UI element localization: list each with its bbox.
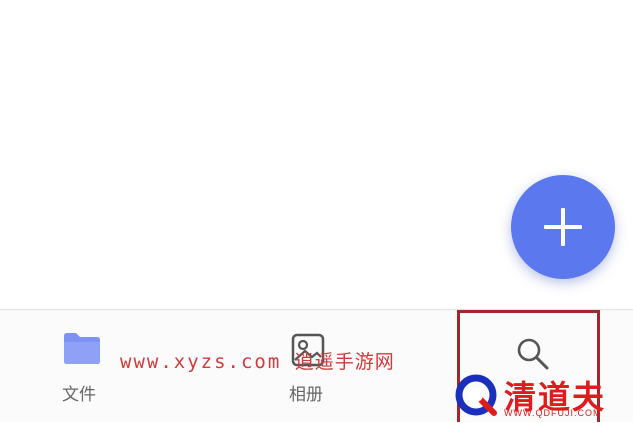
watermark-site-name: 逍遥手游网 <box>294 351 395 373</box>
corner-watermark-logo: 清道夫 WWW.QDFUJI.COM <box>452 370 633 421</box>
folder-icon <box>62 330 102 370</box>
add-button[interactable] <box>511 175 615 279</box>
watermark-xyzs: www.xyzs.com 逍遥手游网 <box>120 347 395 374</box>
nav-label-files: 文件 <box>62 385 96 405</box>
logo-url: WWW.QDFUJI.COM <box>504 408 602 418</box>
watermark-site-text: www.xyzs.com <box>120 351 282 373</box>
nav-label-album: 相册 <box>289 385 323 405</box>
plus-icon <box>544 208 582 246</box>
logo-q-icon <box>454 373 500 423</box>
